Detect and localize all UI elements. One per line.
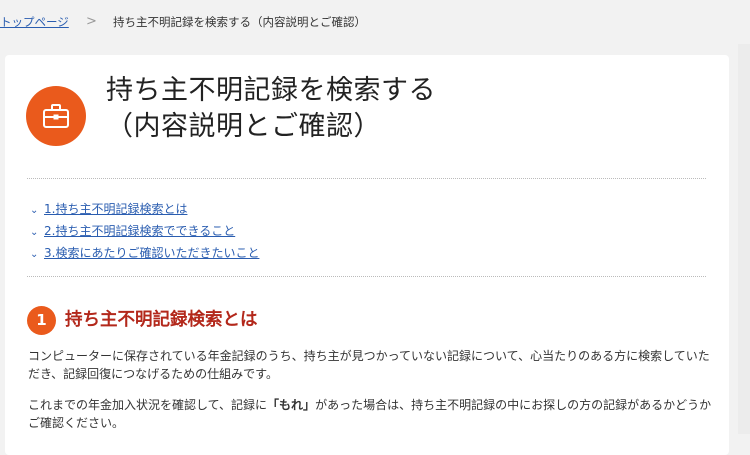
table-of-contents: ⌄ 1.持ち主不明記録検索とは ⌄ 2.持ち主不明記録検索でできること ⌄ 3.検索に… [30, 198, 259, 264]
chevron-down-icon: ⌄ [30, 249, 39, 260]
section-number-badge: 1 [27, 306, 56, 335]
toc-link-3[interactable]: 3.検索にあたりご確認いただきたいこと [44, 246, 259, 260]
paragraph-2-line2: ご確認ください。 [28, 416, 125, 430]
paragraph-2-emphasis: 「もれ」 [267, 398, 316, 412]
paragraph-2-line1: これまでの年金加入状況を確認して、記録に「もれ」があった場合は、持ち主不明記録の… [28, 396, 712, 414]
section-paragraph-1: コンピューターに保存されている年金記録のうち、持ち主が見つかっていない記録につい… [28, 347, 710, 383]
page-title-line2: （内容説明とご確認） [106, 111, 381, 142]
breadcrumb-current: 持ち主不明記録を検索する（内容説明とご確認） [113, 15, 366, 29]
toc-item-2[interactable]: ⌄ 2.持ち主不明記録検索でできること [30, 220, 259, 242]
section-title: 持ち主不明記録検索とは [65, 310, 258, 330]
paragraph-2-pre: これまでの年金加入状況を確認して、記録に [28, 398, 268, 412]
breadcrumb: トップページ > 持ち主不明記録を検索する（内容説明とご確認） [0, 0, 750, 44]
divider [27, 178, 706, 179]
chevron-down-icon: ⌄ [30, 205, 39, 216]
toolbox-icon [26, 86, 86, 146]
divider [27, 276, 706, 277]
paragraph-1-line1: コンピューターに保存されている年金記録のうち、持ち主が見つかっていない記録につい… [28, 349, 710, 363]
paragraph-1-line2: だき、記録回復につなげるための仕組みです。 [28, 367, 278, 381]
content-card: 持ち主不明記録を検索する （内容説明とご確認） ⌄ 1.持ち主不明記録検索とは ⌄… [5, 55, 729, 455]
scrollbar-track[interactable] [738, 44, 750, 434]
paragraph-2-post: があった場合は、持ち主不明記録の中にお探しの方の記録があるかどうか [315, 398, 712, 412]
chevron-down-icon: ⌄ [30, 227, 39, 238]
toc-link-2[interactable]: 2.持ち主不明記録検索でできること [44, 224, 235, 238]
breadcrumb-separator: > [86, 14, 97, 29]
toc-item-3[interactable]: ⌄ 3.検索にあたりご確認いただきたいこと [30, 242, 259, 264]
page-title-line1: 持ち主不明記録を検索する [106, 75, 436, 106]
toc-item-1[interactable]: ⌄ 1.持ち主不明記録検索とは [30, 198, 259, 220]
toc-link-1[interactable]: 1.持ち主不明記録検索とは [44, 202, 187, 216]
page-title: 持ち主不明記録を検索する （内容説明とご確認） [106, 73, 436, 145]
breadcrumb-home-link[interactable]: トップページ [0, 0, 69, 44]
section-paragraph-2: これまでの年金加入状況を確認して、記録に「もれ」があった場合は、持ち主不明記録の… [28, 396, 712, 432]
